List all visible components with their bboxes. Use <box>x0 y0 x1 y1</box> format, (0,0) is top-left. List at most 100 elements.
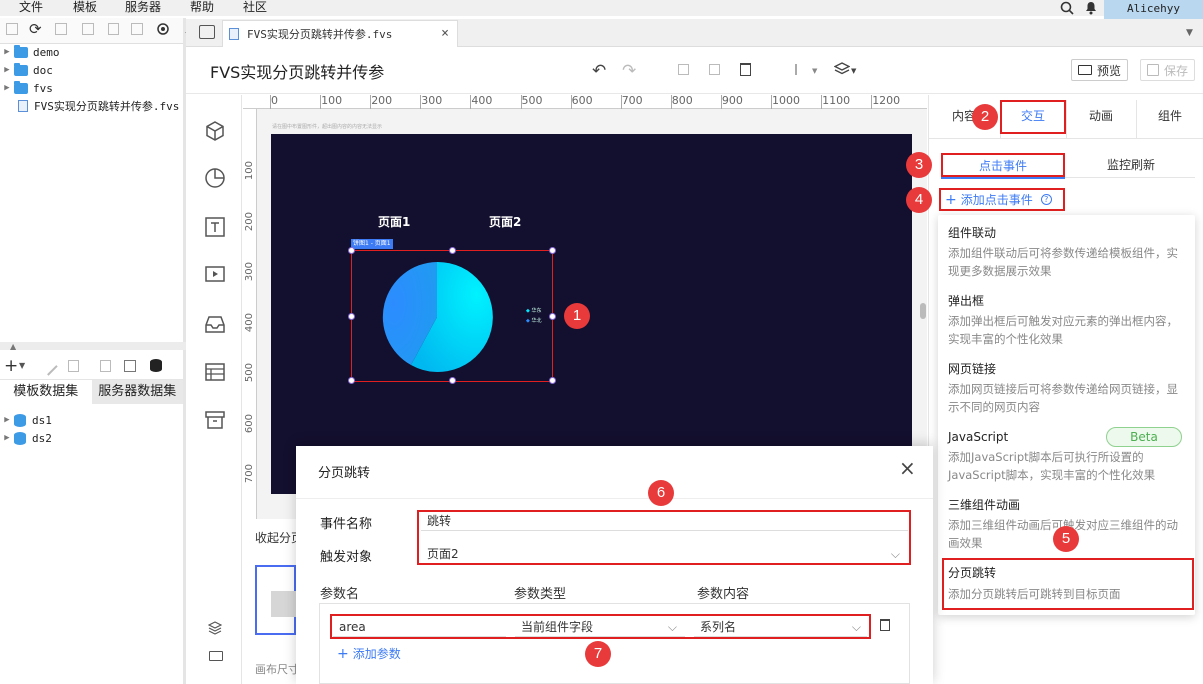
resize-handle[interactable] <box>348 377 355 384</box>
tree-item-fvs-file[interactable]: FVS实现分页跳转并传参.fvs <box>18 97 179 115</box>
menu-item-popup[interactable]: 弹出框 添加弹出框后可触发对应元素的弹出框内容，实现丰富的个性化效果 <box>948 293 1184 348</box>
document-tab[interactable]: FVS实现分页跳转并传参.fvs × <box>222 20 458 47</box>
duplicate-icon[interactable] <box>131 23 143 35</box>
table-icon[interactable] <box>204 361 226 383</box>
close-tab-icon[interactable]: × <box>441 26 449 41</box>
resize-handle[interactable] <box>348 247 355 254</box>
template-tabs-icon[interactable] <box>199 25 215 39</box>
pie-chart-component[interactable]: ◆ 华东 ◆ 华北 <box>348 247 556 384</box>
tab-menu-icon[interactable]: ▼ <box>1186 28 1193 38</box>
locate-icon[interactable] <box>156 22 170 36</box>
menu-help[interactable]: 帮助 <box>190 0 214 14</box>
close-icon[interactable]: × <box>899 458 916 478</box>
database-icon[interactable] <box>150 359 162 372</box>
ruler-tick-label: 0 <box>271 94 278 107</box>
user-account[interactable]: Alicehyy <box>1104 0 1203 19</box>
add-param-button[interactable]: + 添加参数 <box>337 645 401 662</box>
tab-server-datasets[interactable]: 服务器数据集 <box>91 380 183 404</box>
ungroup-icon[interactable] <box>709 64 720 75</box>
undo-icon[interactable]: ↶ <box>592 61 606 81</box>
subtab-monitor-refresh[interactable]: 监控刷新 <box>1067 155 1195 175</box>
ruler-tick-label: 100 <box>244 161 255 181</box>
preview-button[interactable]: 预览 <box>1071 59 1129 81</box>
3d-cube-icon[interactable] <box>204 120 226 142</box>
layers-icon[interactable] <box>834 62 850 76</box>
tree-item-label: fvs <box>33 81 53 95</box>
dataset-settings-icon[interactable] <box>124 360 136 372</box>
archive-icon[interactable] <box>204 409 226 431</box>
page-label-2[interactable]: 页面2 <box>489 213 521 230</box>
resize-handle[interactable] <box>449 377 456 384</box>
add-click-event-label: 添加点击事件 <box>960 193 1033 207</box>
menu-server[interactable]: 服务器 <box>125 0 161 14</box>
dataset-item-ds2[interactable]: ▶ ds2 <box>0 429 52 447</box>
dialog-header-divider <box>296 498 933 499</box>
fvs-file-icon <box>229 28 239 40</box>
menu-file[interactable]: 文件 <box>19 0 43 14</box>
collapse-up-icon[interactable]: ▲ <box>10 342 16 351</box>
chevron-down-icon[interactable]: ▼ <box>851 67 856 75</box>
keyboard-icon[interactable] <box>209 651 223 661</box>
page-thumbnail[interactable] <box>255 565 297 635</box>
bell-icon[interactable] <box>1085 1 1097 15</box>
resize-handle[interactable] <box>348 313 355 320</box>
save-button[interactable]: 保存 <box>1140 59 1196 81</box>
tree-item-doc[interactable]: ▶ doc <box>0 61 53 79</box>
resize-handle[interactable] <box>549 247 556 254</box>
chevron-down-icon[interactable]: ▼ <box>812 67 817 75</box>
search-icon[interactable] <box>1060 1 1074 15</box>
align-icon[interactable] <box>795 64 811 75</box>
step-badge-3: 3 <box>906 152 932 178</box>
add-click-event-button[interactable]: + 添加点击事件 ? <box>939 188 1065 211</box>
tree-item-demo[interactable]: ▶ demo <box>0 43 60 61</box>
menu-item-javascript[interactable]: JavaScript 添加JavaScript脚本后可执行所设置的JavaScr… <box>948 427 1184 484</box>
canvas-size-label[interactable]: 画布尺寸 <box>255 661 299 677</box>
delete-icon[interactable] <box>108 23 119 35</box>
chevron-down-icon[interactable]: ▼ <box>19 361 25 370</box>
ruler-tick-label: 500 <box>521 94 543 107</box>
page-label-1[interactable]: 页面1 <box>378 213 410 230</box>
redo-icon[interactable]: ↷ <box>622 61 636 81</box>
inbox-icon[interactable] <box>204 313 226 335</box>
component-rail <box>186 95 242 684</box>
panel-splitter[interactable]: ▲ <box>0 342 186 351</box>
tab-template-datasets[interactable]: 模板数据集 <box>0 380 92 404</box>
add-dataset-icon[interactable]: + <box>4 356 18 376</box>
col-header-param-type: 参数类型 <box>514 587 567 602</box>
tree-item-label: doc <box>33 63 53 77</box>
tree-item-fvs[interactable]: ▶ fvs <box>0 79 53 97</box>
dataset-item-ds1[interactable]: ▶ ds1 <box>0 411 52 429</box>
refresh-icon[interactable]: ⟳ <box>29 20 42 38</box>
database-icon <box>14 413 26 427</box>
help-icon[interactable]: ? <box>1040 194 1052 205</box>
copy-icon[interactable] <box>82 23 94 35</box>
menu-item-web-link[interactable]: 网页链接 添加网页链接后可将参数传递给网页链接，显示不同的网页内容 <box>948 361 1184 416</box>
menu-community[interactable]: 社区 <box>243 0 267 14</box>
tab-components[interactable]: 组件 <box>1137 100 1203 138</box>
pie-chart-icon[interactable] <box>204 167 226 189</box>
delete-param-icon[interactable] <box>880 619 890 631</box>
delete-component-icon[interactable] <box>740 63 751 76</box>
resize-handle[interactable] <box>449 247 456 254</box>
ruler-tick-label: 100 <box>321 94 343 107</box>
text-icon[interactable] <box>204 216 226 238</box>
group-icon[interactable] <box>678 64 689 75</box>
subtab-click-event[interactable]: 点击事件 <box>941 153 1065 177</box>
page-thumbnail-preview <box>271 591 297 617</box>
ruler-tick-label: 600 <box>244 413 255 433</box>
resize-handle[interactable] <box>549 313 556 320</box>
layers-icon[interactable] <box>208 621 222 635</box>
database-icon <box>14 431 26 445</box>
canvas-scrollbar[interactable] <box>920 303 926 319</box>
menu-item-component-linkage[interactable]: 组件联动 添加组件联动后可将参数传递给模板组件，实现更多数据展示效果 <box>948 225 1184 280</box>
preview-dataset-icon[interactable] <box>100 360 111 372</box>
menu-template[interactable]: 模板 <box>73 0 97 14</box>
open-icon[interactable] <box>55 23 67 35</box>
menu-item-desc: 添加网页链接后可将参数传递给网页链接，显示不同的网页内容 <box>948 382 1178 414</box>
new-file-icon[interactable] <box>6 23 18 35</box>
resize-handle[interactable] <box>549 377 556 384</box>
tab-animation[interactable]: 动画 <box>1067 100 1135 138</box>
delete-icon[interactable] <box>68 360 79 372</box>
media-icon[interactable] <box>204 263 226 285</box>
edit-icon[interactable] <box>39 357 58 376</box>
